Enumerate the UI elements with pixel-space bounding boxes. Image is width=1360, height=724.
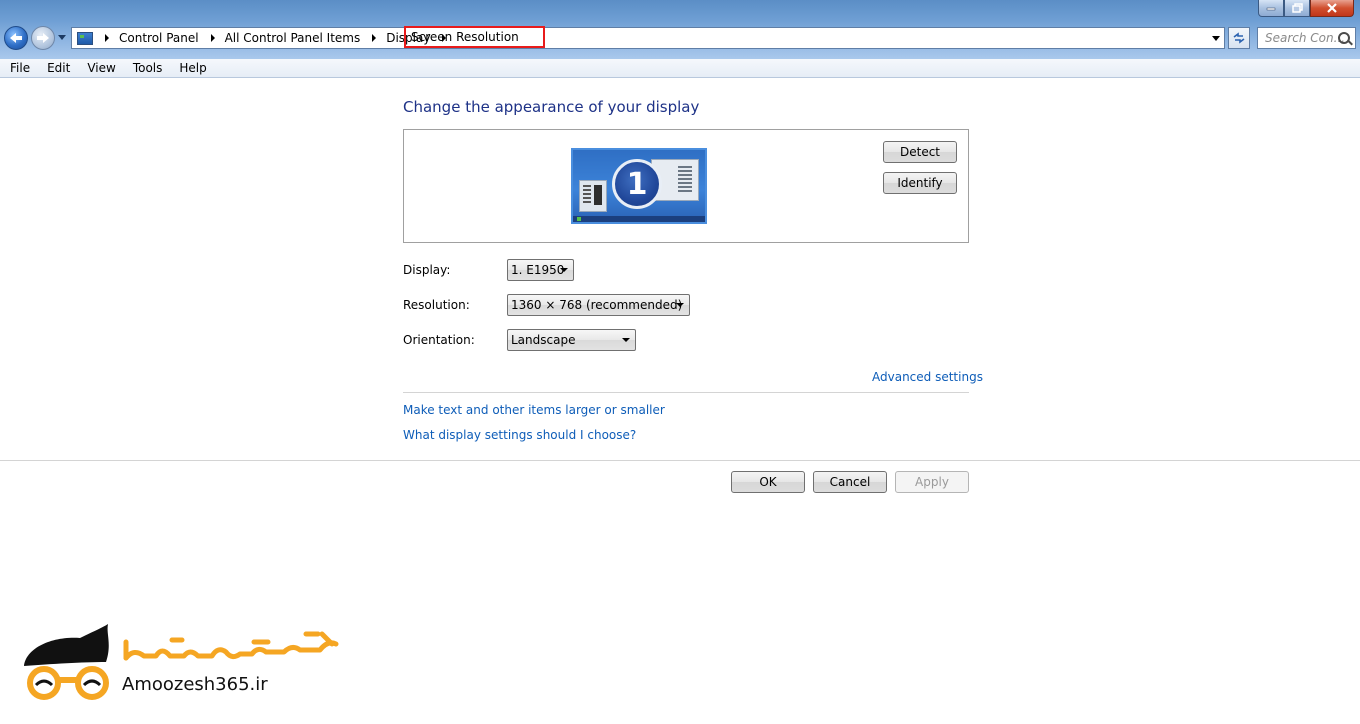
resolution-select[interactable]: 1360 × 768 (recommended) [507, 294, 690, 316]
resolution-label: Resolution: [403, 298, 470, 312]
control-panel-icon [77, 31, 93, 45]
monitor-number-badge: 1 [612, 159, 662, 209]
menu-help[interactable]: Help [169, 61, 213, 75]
breadcrumb-all-control-panel-items[interactable]: All Control Panel Items [199, 28, 360, 48]
display-label: Display: [403, 263, 451, 277]
address-history-chevron-down-icon[interactable] [1212, 36, 1220, 41]
detect-button[interactable]: Detect [883, 141, 957, 163]
breadcrumb-screen-resolution[interactable]: Screen Resolution [404, 26, 545, 48]
restore-button[interactable] [1284, 0, 1310, 17]
menu-file[interactable]: File [0, 61, 37, 75]
site-watermark-logo: Amoozesh365.ir [22, 622, 352, 706]
monitor-window-preview [579, 180, 607, 212]
page-title: Change the appearance of your display [403, 98, 700, 116]
menu-tools[interactable]: Tools [123, 61, 170, 75]
menu-bar: File Edit View Tools Help [0, 59, 1360, 78]
close-button[interactable] [1310, 0, 1354, 17]
search-icon[interactable] [1338, 32, 1350, 44]
address-bar-area: Control Panel All Control Panel Items Di… [0, 0, 1360, 59]
breadcrumb-arrow-icon[interactable] [372, 34, 377, 42]
monitor-taskbar-preview [573, 216, 705, 222]
recent-pages-chevron-down-icon[interactable] [58, 35, 66, 40]
chevron-down-icon [676, 303, 684, 307]
window-controls [1258, 0, 1354, 17]
minimize-icon [1266, 7, 1276, 11]
breadcrumb-control-panel[interactable]: Control Panel [93, 28, 199, 48]
watermark-site-name: Amoozesh365.ir [122, 674, 268, 695]
cancel-button[interactable]: Cancel [813, 471, 887, 493]
advanced-settings-link[interactable]: Advanced settings [872, 370, 983, 384]
footer-divider [0, 460, 1360, 461]
search-input[interactable]: Search Con... [1257, 27, 1356, 49]
apply-button[interactable]: Apply [895, 471, 969, 493]
orientation-select[interactable]: Landscape [507, 329, 636, 351]
back-button[interactable] [4, 26, 28, 50]
menu-edit[interactable]: Edit [37, 61, 77, 75]
ok-button[interactable]: OK [731, 471, 805, 493]
display-select[interactable]: 1. E1950 [507, 259, 574, 281]
divider [403, 392, 969, 393]
arrow-left-icon [10, 33, 22, 43]
chevron-down-icon [560, 268, 568, 272]
menu-view[interactable]: View [77, 61, 122, 75]
breadcrumb-arrow-icon[interactable] [105, 34, 109, 42]
chevron-down-icon [622, 338, 630, 342]
refresh-button[interactable] [1228, 27, 1250, 49]
display-help-link[interactable]: What display settings should I choose? [403, 428, 636, 442]
orientation-label: Orientation: [403, 333, 475, 347]
forward-button[interactable] [31, 26, 55, 50]
refresh-icon [1233, 32, 1245, 44]
identify-button[interactable]: Identify [883, 172, 957, 194]
minimize-button[interactable] [1258, 0, 1284, 17]
address-field[interactable]: Control Panel All Control Panel Items Di… [71, 26, 1225, 49]
restore-icon [1291, 3, 1303, 13]
arrow-right-icon [37, 33, 49, 43]
breadcrumb-arrow-icon[interactable] [210, 34, 215, 42]
text-size-link[interactable]: Make text and other items larger or smal… [403, 403, 665, 417]
monitor-1-thumbnail[interactable]: 1 [571, 148, 707, 224]
close-icon [1327, 3, 1337, 13]
